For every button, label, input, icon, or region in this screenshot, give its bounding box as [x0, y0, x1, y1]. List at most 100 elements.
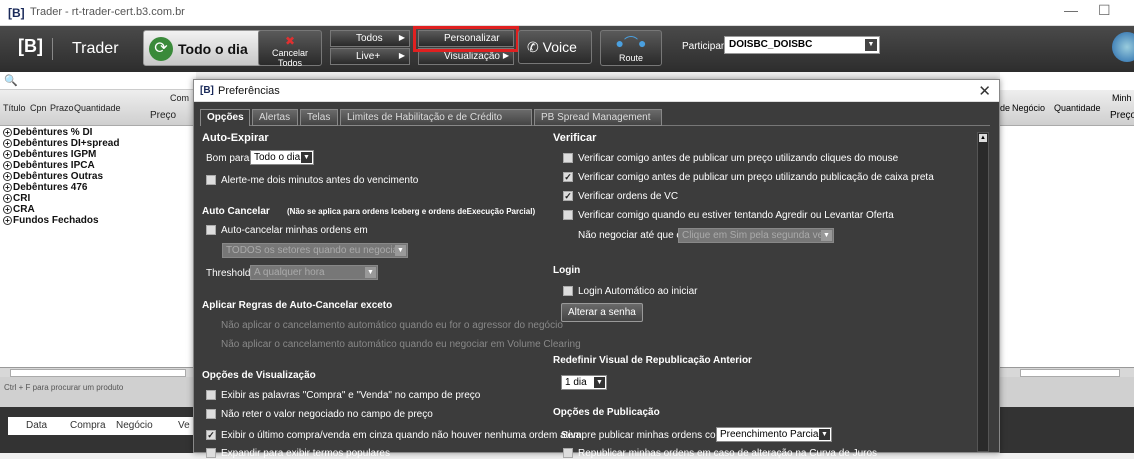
participante-select[interactable]: DOISBC_DOISBC ▼ — [724, 36, 880, 54]
tab-limites[interactable]: Limites de Habilitação e de Crédito — [340, 109, 532, 126]
login-auto-label: Login Automático ao iniciar — [578, 286, 698, 297]
scroll-thumb[interactable] — [1020, 369, 1120, 377]
section-verificar: Verificar — [553, 132, 597, 144]
globe-icon[interactable] — [1112, 32, 1134, 62]
visualizacao-checkbox-1[interactable] — [206, 390, 216, 400]
arrow-right-icon: ▶ — [502, 51, 509, 60]
chevron-down-icon: ▼ — [594, 377, 605, 388]
bom-para-label: Bom para: — [206, 153, 253, 164]
col-venda[interactable]: Ve — [178, 420, 190, 431]
tab-alertas[interactable]: Alertas — [252, 109, 298, 126]
todos-menu[interactable]: Todos ▶ — [330, 30, 410, 47]
nao-negociar-select[interactable]: Clique em Sim pela segunda vez ▼ — [678, 228, 834, 243]
tree-item[interactable]: + Debêntures DI+spread — [0, 138, 196, 149]
col-negocio[interactable]: Negócio — [116, 420, 153, 431]
auto-cancelar-checkbox[interactable] — [206, 225, 216, 235]
arrow-right-icon: ▶ — [398, 33, 405, 42]
todo-dia-button[interactable]: ⟳ Todo o dia — [143, 30, 263, 66]
tab-pb-spread[interactable]: PB Spread Management — [534, 109, 662, 126]
visualizacao-option-4: Expandir para exibir termos populares — [221, 448, 390, 459]
col-quantidade[interactable]: Quantidade — [74, 103, 121, 113]
scroll-thumb[interactable] — [10, 369, 186, 377]
tree-item-label: Debêntures IPCA — [13, 160, 95, 171]
tree-item[interactable]: + Fundos Fechados — [0, 215, 196, 226]
verificar-checkbox-2[interactable]: ✓ — [563, 172, 573, 182]
verificar-checkbox-4[interactable] — [563, 210, 573, 220]
col-cpn[interactable]: Cpn — [30, 103, 47, 113]
bottom-table-header: Data Compra Negócio Ve — [8, 417, 196, 435]
col-negocio[interactable]: Negócio — [1012, 103, 1045, 113]
publicacao-option-2: Republicar minhas ordens em caso de alte… — [578, 448, 878, 459]
dialog-body: Opções Alertas Telas Limites de Habilita… — [194, 102, 999, 459]
sempre-publicar-select[interactable]: Preenchimento Parcial ▼ — [716, 427, 832, 442]
bom-para-select[interactable]: Todo o dia ▼ — [250, 150, 314, 165]
expand-icon: + — [3, 172, 12, 181]
route-button[interactable]: ●⌒● Route — [600, 30, 662, 66]
horizontal-scrollbar[interactable] — [0, 367, 196, 377]
visualizacao-checkbox-2[interactable] — [206, 409, 216, 419]
verificar-checkbox-1[interactable] — [563, 153, 573, 163]
window-title: Trader - rt-trader-cert.b3.com.br — [30, 6, 185, 18]
cancel-icon: ✖ — [284, 34, 296, 48]
search-input[interactable]: 🔍 — [0, 72, 196, 90]
voice-label: Voice — [542, 39, 577, 55]
setores-select[interactable]: TODOS os setores quando eu negociar ▼ — [222, 243, 408, 258]
bom-para-value: Todo o dia — [254, 152, 301, 163]
visualizacao-checkbox-4[interactable] — [206, 448, 216, 458]
col-minha[interactable]: Minh — [1112, 93, 1132, 103]
col-prazo[interactable]: Prazo — [50, 103, 74, 113]
verificar-checkbox-3[interactable]: ✓ — [563, 191, 573, 201]
chevron-down-icon: ▼ — [365, 267, 376, 278]
todo-dia-label: Todo o dia — [178, 41, 248, 57]
login-auto-checkbox[interactable] — [563, 286, 573, 296]
phone-icon: ✆ — [527, 39, 539, 55]
minimize-button[interactable]: — — [1064, 2, 1078, 18]
col-quantidade[interactable]: Quantidade — [1054, 103, 1101, 113]
col-preco[interactable]: Preço — [1110, 110, 1134, 121]
aplicar-option-2[interactable]: Não aplicar o cancelamento automático qu… — [221, 339, 581, 350]
redefinir-select[interactable]: 1 dia ▼ — [561, 375, 607, 390]
section-publicacao: Opções de Publicação — [553, 407, 660, 418]
setores-value: TODOS os setores quando eu negociar — [226, 245, 402, 256]
dialog-title: Preferências — [218, 85, 280, 97]
alterar-senha-button[interactable]: Alterar a senha — [561, 303, 643, 322]
tree-item[interactable]: + CRI — [0, 193, 196, 204]
tree-item[interactable]: + Debêntures Outras — [0, 171, 196, 182]
tree-item[interactable]: + Debêntures % DI — [0, 127, 196, 138]
tree-item[interactable]: + Debêntures IGPM — [0, 149, 196, 160]
toolbar-logo: [B] — [18, 36, 43, 56]
live-menu[interactable]: Live+ ▶ — [330, 48, 410, 65]
section-login: Login — [553, 265, 581, 276]
col-header[interactable]: de — [1000, 103, 1010, 113]
tree-item-label: Debêntures Outras — [13, 171, 104, 182]
dialog-tabs: Opções Alertas Telas Limites de Habilita… — [200, 109, 990, 126]
horizontal-scrollbar[interactable] — [1000, 367, 1134, 377]
right-table-header: de Negócio Quantidade Minh Preço — [1000, 90, 1134, 126]
product-table-header: Título Cpn Prazo Quantidade Com Preço — [0, 90, 196, 126]
scroll-up-icon[interactable]: ▲ — [979, 134, 987, 142]
tree-item[interactable]: + CRA — [0, 204, 196, 215]
aplicar-option-1[interactable]: Não aplicar o cancelamento automático qu… — [221, 320, 563, 331]
maximize-button[interactable]: ☐ — [1098, 2, 1111, 19]
col-preco[interactable]: Preço — [150, 110, 176, 121]
col-compra[interactable]: Compra — [70, 420, 106, 431]
threshold-value: A qualquer hora — [254, 267, 325, 278]
threshold-select[interactable]: A qualquer hora ▼ — [250, 265, 378, 280]
alerte-checkbox[interactable] — [206, 175, 216, 185]
tab-telas[interactable]: Telas — [300, 109, 338, 126]
vertical-scrollbar[interactable]: ▲ — [977, 132, 989, 452]
col-compra[interactable]: Com — [170, 93, 189, 103]
col-data[interactable]: Data — [26, 420, 47, 431]
visualizacao-checkbox-3[interactable]: ✓ — [206, 430, 216, 440]
col-titulo[interactable]: Título — [3, 103, 26, 113]
sempre-publicar-value: Preenchimento Parcial — [720, 429, 821, 440]
voice-button[interactable]: ✆ Voice — [518, 30, 592, 64]
close-icon[interactable]: ✕ — [978, 82, 991, 100]
tree-item[interactable]: + Debêntures 476 — [0, 182, 196, 193]
tree-item[interactable]: + Debêntures IPCA — [0, 160, 196, 171]
cancelar-todos-button[interactable]: ✖ Cancelar Todos — [258, 30, 322, 68]
publicacao-checkbox-2[interactable] — [563, 448, 573, 458]
tab-opcoes[interactable]: Opções — [200, 109, 250, 126]
expand-icon: + — [3, 205, 12, 214]
expand-icon: + — [3, 150, 12, 159]
